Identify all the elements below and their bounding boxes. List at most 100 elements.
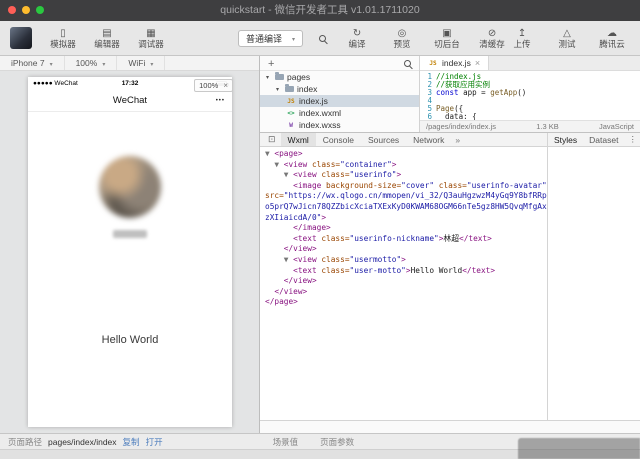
toolbar-button-label: 模拟器 [50, 40, 76, 49]
console-drawer [260, 420, 640, 433]
toolbar-button-background[interactable]: ▣切后台 [432, 28, 462, 49]
minimize-window-button[interactable] [22, 6, 30, 14]
search-files-icon[interactable] [404, 60, 411, 67]
toolbar-button-test[interactable]: △测试 [552, 28, 582, 49]
dom-node-line-11[interactable]: </view> [265, 287, 547, 298]
menu-dots-button[interactable]: ••• [216, 98, 225, 104]
watermark-overlay [518, 438, 640, 459]
file-name: pages [287, 72, 310, 82]
wxss-file-icon [286, 122, 296, 129]
simulator-zoom-badge[interactable]: 100% [194, 79, 233, 92]
page-params-label: 页面参数 [320, 436, 354, 448]
device-select[interactable]: iPhone 7 [0, 56, 65, 70]
zoom-select[interactable]: 100% [65, 56, 118, 70]
tree-item-index.wxml[interactable]: index.wxml [260, 107, 419, 119]
close-window-button[interactable] [8, 6, 16, 14]
js-file-icon [286, 98, 296, 105]
page-path-value: pages/index/index [48, 437, 117, 447]
upload-icon: ↥ [518, 28, 526, 39]
wechat-devtools-window: quickstart - 微信开发者工具 v1.01.1711020 ▯模拟器 ▤… [0, 0, 640, 459]
nav-title: WeChat [113, 95, 147, 106]
file-name: index.wxss [299, 120, 341, 130]
chevron-down-icon [292, 33, 295, 43]
code-line-3: 3const app = getApp() [420, 89, 640, 97]
code-editor: index.js 1//index.js2//获取应用实例3const app … [420, 56, 640, 132]
device-name: iPhone 7 [11, 58, 45, 68]
main-area: iPhone 7 100% WiFi 100% [0, 56, 640, 433]
toolbar-center-group: ↻编译 ◎预览 ▣切后台 ⊘清缓存 [342, 28, 507, 49]
kebab-menu-icon[interactable]: ⋮ [624, 134, 640, 145]
tree-item-index[interactable]: ▾index [260, 83, 419, 95]
toolbar-button-label: 清缓存 [479, 40, 505, 49]
editor-tab-label: index.js [442, 58, 471, 68]
toolbar-button-label: 预览 [394, 40, 411, 49]
toolbar-button-preview[interactable]: ◎预览 [387, 28, 417, 49]
open-path-link[interactable]: 打开 [146, 436, 163, 448]
test-icon: △ [563, 28, 571, 39]
wxml-dom-tree: ▼ <page> ▼ <view class="container"> ▼ <v… [260, 147, 547, 420]
toolbar-button-cloud[interactable]: ☁腾讯云 [597, 28, 627, 49]
window-title: quickstart - 微信开发者工具 v1.01.1711020 [0, 0, 640, 21]
debugger-icon: ▦ [146, 28, 155, 39]
chevron-down-icon: ▾ [276, 86, 282, 93]
close-tab-icon[interactable] [475, 58, 480, 68]
titlebar: quickstart - 微信开发者工具 v1.01.1711020 [0, 0, 640, 21]
copy-path-link[interactable]: 复制 [123, 436, 140, 448]
dom-node-line-1[interactable]: ▼ <page> [265, 149, 547, 160]
devtools-tab-wxml[interactable]: Wxml [281, 133, 316, 146]
close-icon[interactable] [223, 81, 228, 90]
search-icon[interactable] [319, 35, 326, 42]
toolbar-button-editor[interactable]: ▤编辑器 [92, 28, 122, 49]
dom-node-line-12[interactable]: </page> [265, 297, 547, 308]
add-file-button[interactable] [268, 56, 274, 72]
devtools-tab-network[interactable]: Network [406, 133, 451, 146]
toolbar-button-cache[interactable]: ⊘清缓存 [477, 28, 507, 49]
tree-item-index.wxss[interactable]: index.wxss [260, 119, 419, 131]
code-area[interactable]: 1//index.js2//获取应用实例3const app = getApp(… [420, 71, 640, 120]
userinfo-avatar-image[interactable] [99, 156, 161, 218]
inspect-element-icon[interactable] [263, 134, 281, 145]
toolbar-button-compile[interactable]: ↻编译 [342, 28, 372, 49]
sidebar-tab-dataset[interactable]: Dataset [583, 135, 624, 145]
toolbar-button-label: 编译 [349, 40, 366, 49]
phone-content: Hello World [28, 112, 232, 346]
clear-cache-icon: ⊘ [488, 28, 496, 39]
dom-node-line-5[interactable]: </image> [265, 223, 547, 234]
devtools-tabs: WxmlConsoleSourcesNetwork» [260, 133, 547, 146]
editor-tab-index-js[interactable]: index.js [420, 56, 489, 70]
toolbar-button-label: 腾讯云 [599, 40, 625, 49]
userinfo-nickname-blurred [113, 230, 147, 238]
carrier-text: ●●●●● WeChat [33, 80, 122, 87]
sidebar-tab-styles[interactable]: Styles [548, 135, 583, 145]
main-toolbar: ▯模拟器 ▤编辑器 ▦调试器 普通编译 ↻编译 ◎预览 ▣切后台 ⊘清缓存 ↥上传 △测试 ☁… [0, 21, 640, 56]
devtools-header: WxmlConsoleSourcesNetwork» StylesDataset… [260, 133, 640, 147]
dom-node-line-7[interactable]: </view> [265, 244, 547, 255]
dom-node-line-8[interactable]: ▼ <view class="usermotto"> [265, 255, 547, 266]
dom-node-line-4[interactable]: <image background-size="cover" class="us… [265, 181, 547, 223]
file-tree: ▾pages▾indexindex.jsindex.wxmlindex.wxss [260, 71, 419, 131]
dom-node-line-6[interactable]: <text class="userinfo-nickname">林超</text… [265, 234, 547, 245]
tree-item-pages[interactable]: ▾pages [260, 71, 419, 83]
simulator: 100% ●●●●● WeChat 17:32 WeChat ••• [0, 71, 259, 433]
network-select[interactable]: WiFi [117, 56, 165, 70]
toolbar-button-label: 切后台 [434, 40, 460, 49]
toolbar-button-debugger[interactable]: ▦调试器 [136, 28, 166, 49]
toolbar-button-upload[interactable]: ↥上传 [507, 28, 537, 49]
tree-item-index.js[interactable]: index.js [260, 95, 419, 107]
dom-node-line-9[interactable]: <text class="user-motto">Hello World</te… [265, 266, 547, 277]
dom-node-line-2[interactable]: ▼ <view class="container"> [265, 160, 547, 171]
dom-node-line-3[interactable]: ▼ <view class="userinfo"> [265, 170, 547, 181]
js-file-icon [428, 60, 438, 67]
dom-node-line-10[interactable]: </view> [265, 276, 547, 287]
toolbar-button-simulator[interactable]: ▯模拟器 [48, 28, 78, 49]
devtools-tab-console[interactable]: Console [316, 133, 361, 146]
code-text: data: { [436, 113, 477, 120]
hello-world-text: Hello World [102, 334, 159, 346]
toolbar-button-label: 编辑器 [94, 40, 120, 49]
devtools-tab-sources[interactable]: Sources [361, 133, 406, 146]
wxml-file-icon [286, 110, 296, 117]
user-avatar[interactable] [10, 27, 32, 49]
zoom-window-button[interactable] [36, 6, 44, 14]
compile-mode-select[interactable]: 普通编译 [238, 30, 303, 47]
tab-overflow-chevron[interactable]: » [451, 135, 464, 145]
